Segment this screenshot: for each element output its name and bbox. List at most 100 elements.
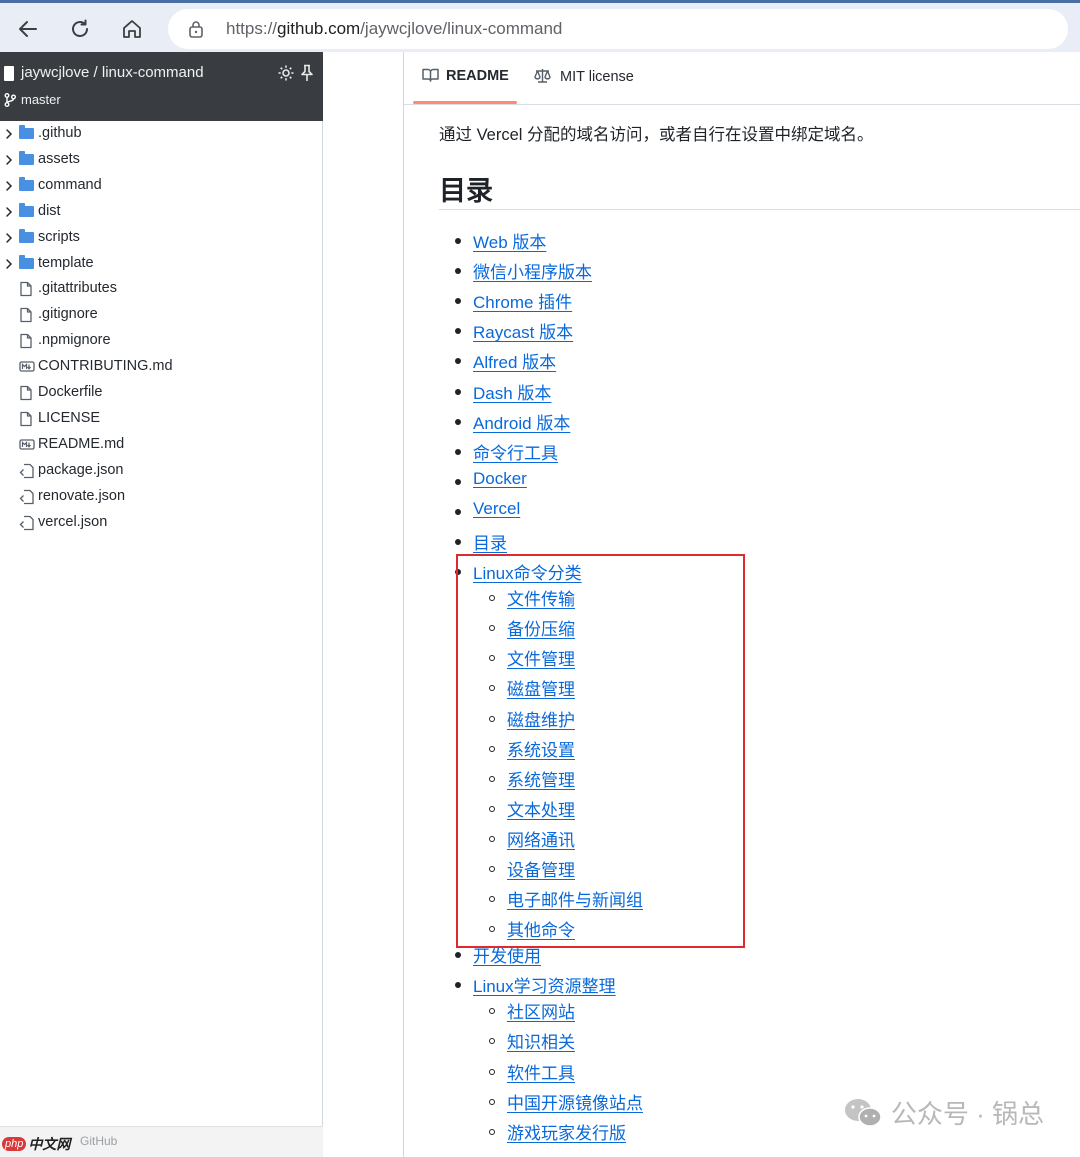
url-text: https://github.com/jaywcjlove/linux-comm… — [226, 19, 563, 38]
tree-item[interactable]: package.json — [0, 458, 323, 484]
tree-item-label: template — [38, 254, 94, 271]
tree-item[interactable]: command — [0, 173, 323, 199]
pin-icon[interactable] — [300, 64, 314, 87]
browser-toolbar: https://github.com/jaywcjlove/linux-comm… — [0, 0, 1080, 52]
heading-divider — [439, 209, 1080, 210]
circle-marker — [489, 1008, 495, 1015]
toc-heading: 目录 — [439, 176, 493, 206]
address-bar[interactable]: https://github.com/jaywcjlove/linux-comm… — [168, 9, 1068, 49]
file-icon — [19, 385, 33, 406]
chevron-right-icon[interactable] — [4, 205, 14, 223]
toc-link[interactable]: 目录 — [473, 529, 507, 554]
folder-icon — [19, 202, 34, 217]
toc-link[interactable]: Vercel — [473, 499, 520, 519]
tree-item[interactable]: .npmignore — [0, 328, 323, 354]
reload-icon[interactable] — [64, 13, 96, 45]
repo-name[interactable]: jaywcjlove / linux-command — [21, 64, 204, 81]
bullet-marker — [455, 478, 461, 485]
toc-link[interactable]: 中国开源镜像站点 — [507, 1089, 643, 1114]
chevron-right-icon[interactable] — [4, 127, 14, 145]
tree-item[interactable]: scripts — [0, 225, 323, 251]
branch-name[interactable]: master — [21, 92, 61, 107]
tree-item[interactable]: template — [0, 251, 323, 277]
scale-icon — [534, 69, 551, 83]
toc-link[interactable]: 知识相关 — [507, 1028, 575, 1053]
toc-link[interactable]: 命令行工具 — [473, 439, 558, 464]
bullet-marker — [455, 328, 461, 335]
file-icon — [19, 333, 33, 354]
site-info-icon[interactable] — [188, 20, 204, 43]
tree-item-label: vercel.json — [38, 513, 108, 530]
file-icon — [19, 307, 33, 328]
toc-link[interactable]: Alfred 版本 — [473, 348, 556, 373]
chevron-right-icon[interactable] — [4, 231, 14, 249]
php-site-name: 中文网 — [28, 1136, 71, 1152]
tree-item[interactable]: renovate.json — [0, 484, 323, 510]
tree-item-label: README.md — [38, 435, 125, 452]
bullet-marker — [455, 539, 461, 545]
circle-marker — [489, 1038, 495, 1045]
markdown-icon — [19, 359, 35, 378]
active-tab-indicator — [413, 101, 517, 104]
toc-link[interactable]: Dash 版本 — [473, 379, 551, 404]
toc-link[interactable]: 微信小程序版本 — [473, 258, 592, 283]
tree-item[interactable]: .github — [0, 121, 323, 147]
json-file-icon — [19, 489, 35, 510]
back-icon[interactable] — [12, 13, 44, 45]
bullet-marker — [455, 298, 461, 305]
gear-icon[interactable] — [277, 64, 295, 87]
tab-license-label: MIT license — [560, 69, 634, 85]
toc-link[interactable]: Chrome 插件 — [473, 288, 572, 313]
tree-item[interactable]: .gitattributes — [0, 276, 323, 302]
home-icon[interactable] — [116, 13, 148, 45]
bullet-marker — [455, 358, 461, 365]
tree-item[interactable]: Dockerfile — [0, 380, 323, 406]
file-icon — [19, 281, 33, 302]
branch-icon — [4, 93, 16, 112]
file-icon — [19, 411, 33, 432]
tree-item[interactable]: README.md — [0, 432, 323, 458]
toc-link[interactable]: Docker — [473, 469, 527, 489]
tab-license[interactable]: MIT license — [534, 68, 634, 85]
toc-link[interactable]: 社区网站 — [507, 998, 575, 1023]
tree-item[interactable]: vercel.json — [0, 510, 323, 536]
circle-marker — [489, 1068, 495, 1075]
tree-item[interactable]: dist — [0, 199, 323, 225]
tree-item[interactable]: assets — [0, 147, 323, 173]
chevron-right-icon[interactable] — [4, 179, 14, 197]
watermark-text: 公众号 · 锅总 — [890, 1099, 1044, 1129]
folder-icon — [19, 176, 34, 191]
toc-link[interactable]: Web 版本 — [473, 228, 546, 253]
folder-icon — [19, 254, 34, 269]
readme-intro-text: 通过 Vercel 分配的域名访问，或者自行在设置中绑定域名。 — [439, 126, 874, 144]
highlight-box — [456, 554, 745, 948]
tree-item-label: scripts — [38, 228, 80, 245]
watermark-left: php 中文网 — [2, 1134, 70, 1154]
tree-item-label: .github — [38, 125, 82, 141]
bullet-marker — [455, 952, 461, 959]
circle-marker — [489, 1128, 495, 1135]
watermark-right: 公众号 · 锅总 — [843, 1094, 1044, 1131]
wechat-icon — [844, 1098, 882, 1127]
sidebar-header: jaywcjlove / linux-command master — [0, 52, 323, 121]
tree-item-label: .gitattributes — [38, 280, 117, 297]
tree-item[interactable]: CONTRIBUTING.md — [0, 354, 323, 380]
toc-link[interactable]: Android 版本 — [473, 409, 570, 434]
toc-link[interactable]: 软件工具 — [507, 1059, 575, 1084]
toc-link[interactable]: 游戏玩家发行版 — [507, 1119, 626, 1144]
circle-marker — [489, 1098, 495, 1105]
toc-link[interactable]: Raycast 版本 — [473, 318, 573, 343]
tree-item[interactable]: .gitignore — [0, 302, 323, 328]
toc-link[interactable]: Linux学习资源整理 — [473, 972, 616, 997]
tree-item-label: .gitignore — [38, 306, 98, 323]
tab-readme-label: README — [446, 68, 509, 84]
tree-item[interactable]: LICENSE — [0, 406, 323, 432]
bullet-marker — [455, 238, 461, 244]
chevron-right-icon[interactable] — [4, 257, 14, 275]
tab-readme[interactable]: README — [422, 68, 509, 84]
readme-tabs: README MIT license — [404, 52, 1080, 105]
tree-item-label: assets — [38, 150, 80, 167]
chevron-right-icon[interactable] — [4, 153, 14, 171]
tree-item-label: CONTRIBUTING.md — [38, 358, 173, 375]
tree-item-label: package.json — [38, 461, 124, 478]
